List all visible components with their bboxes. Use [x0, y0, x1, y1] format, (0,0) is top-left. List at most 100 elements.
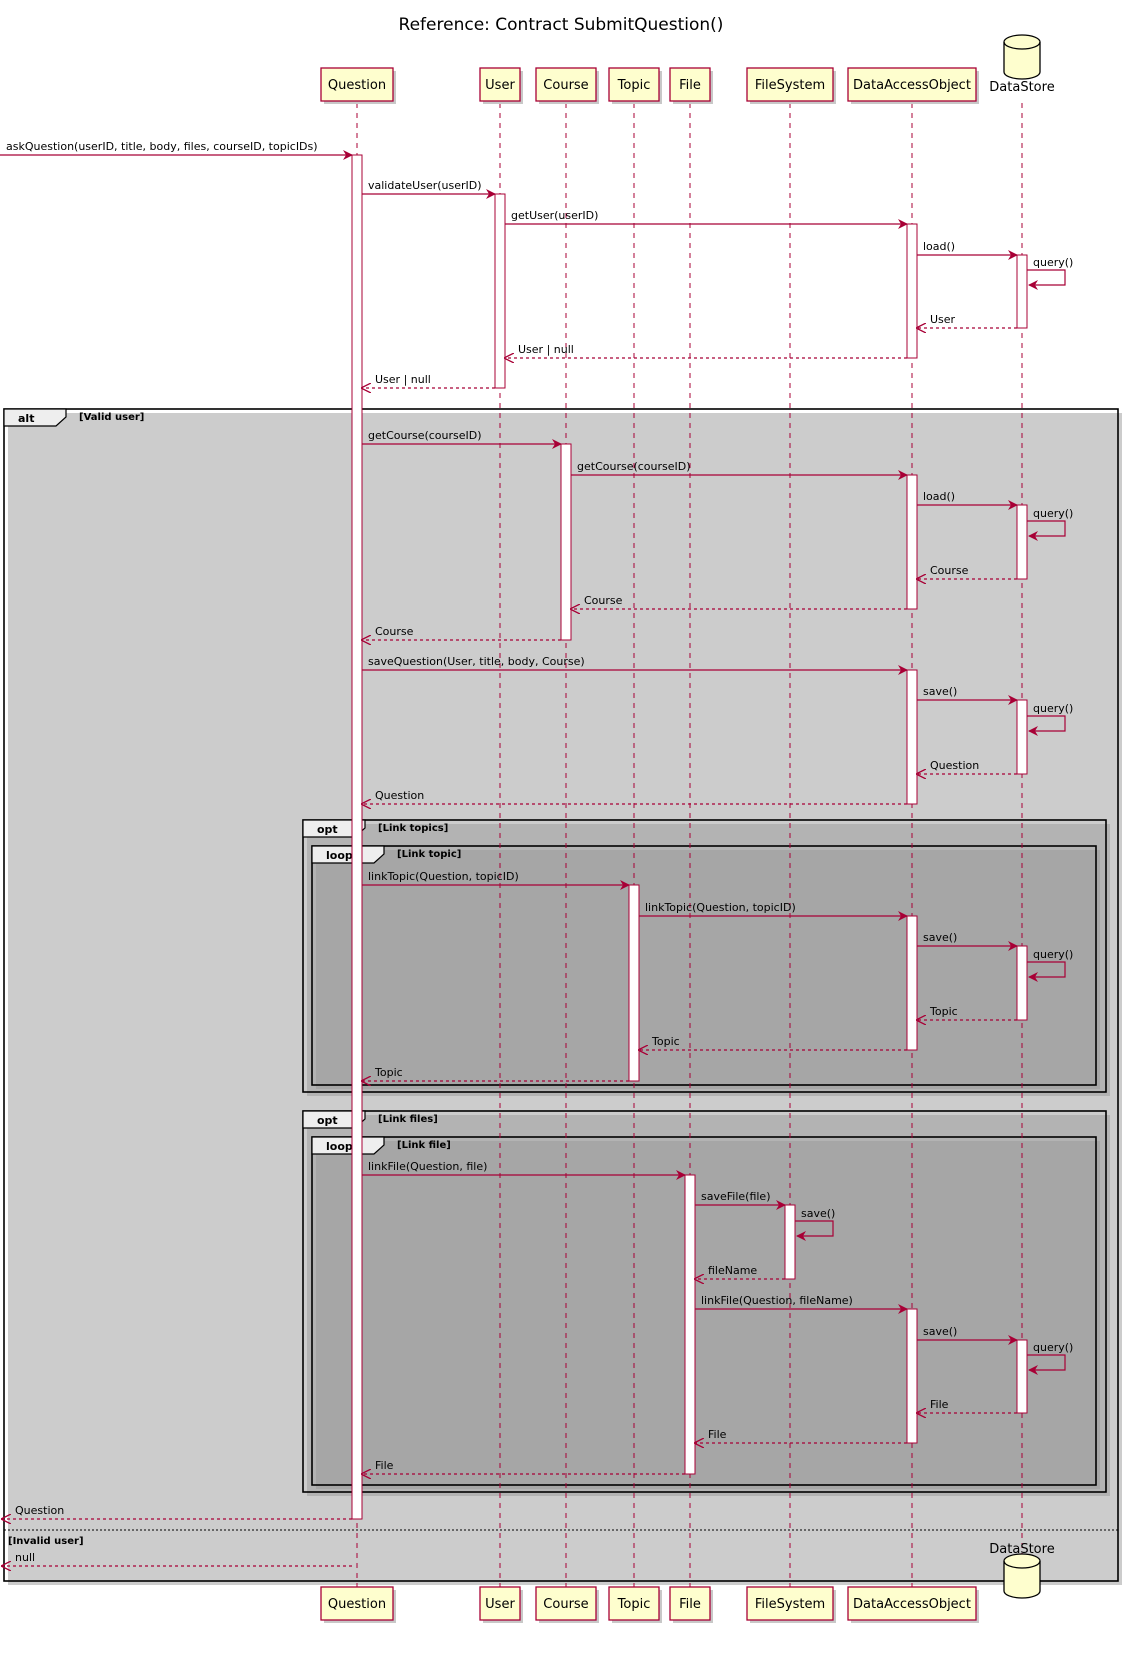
participant-datastore-top: DataStore: [989, 34, 1055, 95]
fragment-keyword: alt: [18, 412, 34, 425]
participant-label: Course: [543, 1597, 588, 1612]
participant-label: DataAccessObject: [853, 78, 971, 93]
message-self-call: query(): [1027, 256, 1073, 290]
activation-dao: [906, 669, 918, 805]
participant-user-bottom: User: [479, 1586, 523, 1623]
database-icon: [1003, 1553, 1041, 1599]
message-label: saveFile(file): [701, 1190, 771, 1203]
participant-user-top: User: [479, 67, 523, 104]
fragment-guard: [Link topics]: [378, 823, 448, 834]
participant-question-top: Question: [320, 67, 396, 104]
message-label: Course: [584, 594, 623, 607]
message-label: getCourse(courseID): [368, 429, 482, 442]
message-label: linkFile(Question, file): [368, 1160, 487, 1173]
message-call: load(): [917, 240, 1018, 260]
database-icon: [1003, 34, 1041, 80]
message-call: getUser(userID): [505, 209, 908, 229]
message-label: save(): [801, 1207, 835, 1220]
activation-topic: [628, 884, 640, 1082]
message-label: File: [930, 1398, 949, 1411]
fragment-else-guard: [Invalid user]: [8, 1536, 84, 1547]
message-label: save(): [923, 931, 957, 944]
message-return: User | null: [505, 343, 907, 358]
activation-question: [351, 154, 363, 1520]
message-label: fileName: [708, 1264, 757, 1277]
fragment-keyword: opt: [317, 823, 338, 836]
message-label: linkTopic(Question, topicID): [645, 901, 796, 914]
message-label: Question: [375, 789, 424, 802]
message-label: File: [375, 1459, 394, 1472]
fragment-guard: [Link file]: [397, 1140, 451, 1151]
participant-label: Question: [328, 1597, 386, 1612]
activation-filesystem: [784, 1204, 796, 1280]
message-label: query(): [1033, 256, 1073, 269]
message-call: askQuestion(userID, title, body, files, …: [0, 140, 353, 160]
activation-dao: [906, 223, 918, 359]
participant-label: User: [485, 1597, 515, 1612]
message-call: validateUser(userID): [362, 179, 496, 199]
participant-label: FileSystem: [755, 78, 825, 93]
participant-label: File: [679, 1597, 701, 1612]
activation-datastore: [1016, 945, 1028, 1021]
participant-question-bottom: Question: [320, 1586, 396, 1623]
message-label: Course: [930, 564, 969, 577]
participant-topic-bottom: Topic: [608, 1586, 662, 1623]
message-label: getUser(userID): [511, 209, 598, 222]
participant-dao-top: DataAccessObject: [847, 67, 979, 104]
fragment-keyword: loop: [326, 1140, 353, 1153]
message-label: Topic: [651, 1035, 680, 1048]
message-label: User | null: [518, 343, 574, 356]
participant-label: FileSystem: [755, 1597, 825, 1612]
activation-datastore: [1016, 254, 1028, 329]
participant-topic-top: Topic: [608, 67, 662, 104]
activation-datastore: [1016, 699, 1028, 775]
activation-dao: [906, 915, 918, 1051]
fragment-keyword: opt: [317, 1114, 338, 1127]
message-label: null: [15, 1551, 35, 1564]
activation-file: [684, 1174, 696, 1475]
message-label: linkFile(Question, fileName): [701, 1294, 853, 1307]
participant-file-top: File: [669, 67, 713, 104]
participant-dao-bottom: DataAccessObject: [847, 1586, 979, 1623]
message-label: Course: [375, 625, 414, 638]
message-label: User: [930, 313, 956, 326]
message-label: linkTopic(Question, topicID): [368, 870, 519, 883]
message-label: query(): [1033, 948, 1073, 961]
message-label: validateUser(userID): [368, 179, 482, 192]
message-label: query(): [1033, 702, 1073, 715]
message-label: Question: [15, 1504, 64, 1517]
participant-file-bottom: File: [669, 1586, 713, 1623]
diagram-title: Reference: Contract SubmitQuestion(): [399, 15, 724, 35]
message-label: Topic: [374, 1066, 403, 1079]
participant-label: DataStore: [989, 80, 1054, 95]
participant-label: DataStore: [989, 1542, 1054, 1557]
participant-label: User: [485, 78, 515, 93]
message-label: getCourse(courseID): [577, 460, 691, 473]
fragment-keyword: loop: [326, 849, 353, 862]
message-label: askQuestion(userID, title, body, files, …: [6, 140, 318, 153]
participant-label: File: [679, 78, 701, 93]
activation-user: [494, 193, 506, 389]
fragment-guard: [Link files]: [378, 1114, 438, 1125]
message-label: Question: [930, 759, 979, 772]
message-label: save(): [923, 1325, 957, 1338]
sequence-diagram: Reference: Contract SubmitQuestion() alt…: [0, 15, 1122, 1623]
message-label: query(): [1033, 507, 1073, 520]
participant-course-bottom: Course: [535, 1586, 599, 1623]
participant-label: Topic: [617, 1597, 651, 1612]
participant-label: Course: [543, 78, 588, 93]
message-label: load(): [923, 240, 955, 253]
message-label: File: [708, 1428, 727, 1441]
fragment-guard: [Link topic]: [397, 849, 461, 860]
activation-datastore: [1016, 504, 1028, 580]
participant-filesystem-bottom: FileSystem: [746, 1586, 836, 1623]
message-label: query(): [1033, 1341, 1073, 1354]
participant-label: Question: [328, 78, 386, 93]
message-label: Topic: [929, 1005, 958, 1018]
activation-dao: [906, 1308, 918, 1444]
activation-datastore: [1016, 1339, 1028, 1414]
activation-dao: [906, 474, 918, 610]
message-label: User | null: [375, 373, 431, 386]
activation-course: [560, 443, 572, 641]
participant-filesystem-top: FileSystem: [746, 67, 836, 104]
